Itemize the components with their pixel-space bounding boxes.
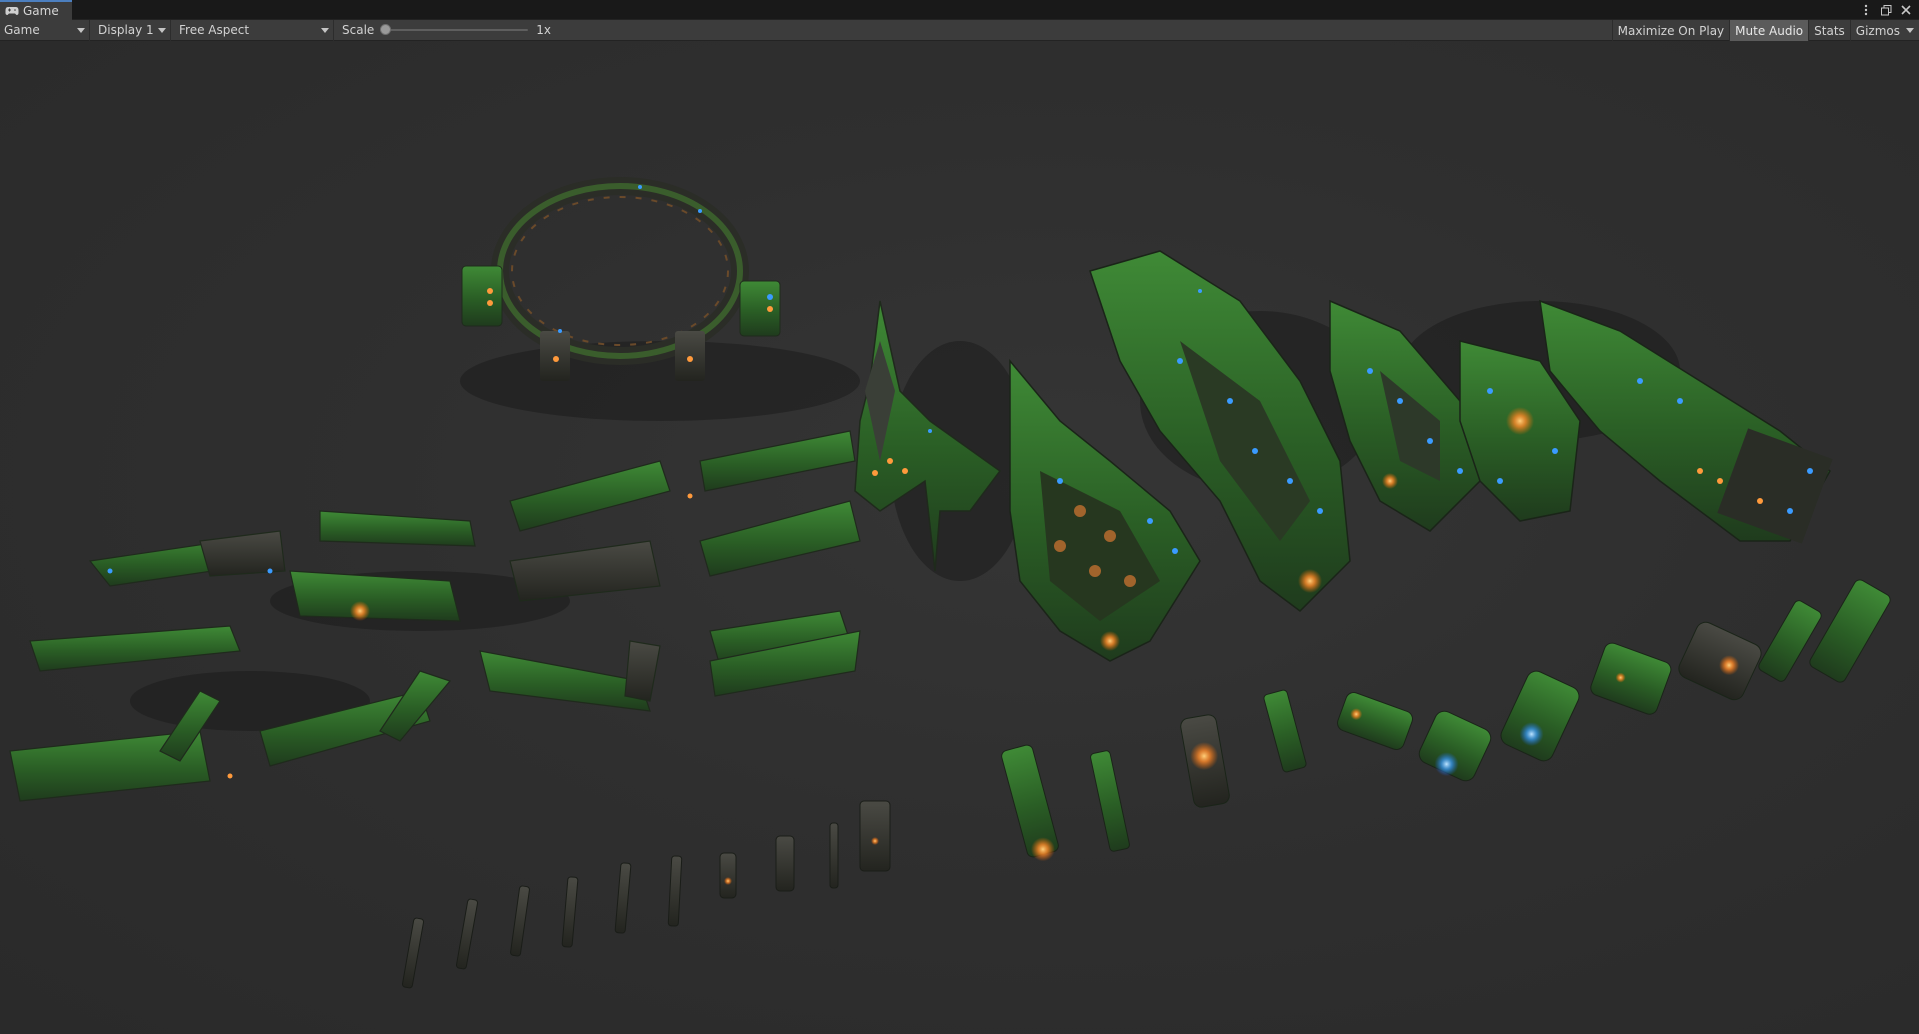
gizmos-label: Gizmos [1855,23,1900,38]
maximize-on-play-toggle[interactable]: Maximize On Play [1611,20,1730,41]
display-dropdown[interactable]: Display 1 [90,19,171,41]
gamepad-icon [5,6,19,16]
game-viewport[interactable] [0,41,1919,1034]
scale-control: Scale 1x [342,20,551,41]
corvette-models [401,800,891,989]
game-view-toolbar: Game Display 1 Free Aspect Scale 1x Maxi… [0,19,1919,41]
game-view-window: Game Game Display 1 Free Aspect Scale 1x… [0,0,1919,1034]
station-module-pieces [9,430,861,802]
toolbar-right-group: Maximize On Play Mute Audio Stats Gizmos [1611,20,1919,41]
chevron-down-icon [321,27,329,33]
tab-game[interactable]: Game [0,0,72,20]
chevron-down-icon [158,27,166,33]
chevron-down-icon [1906,28,1914,33]
view-mode-dropdown[interactable]: Game [0,19,90,41]
display-value: Display 1 [98,23,154,37]
aspect-dropdown[interactable]: Free Aspect [171,19,334,41]
more-options-icon[interactable] [1859,3,1873,17]
corvette-lights [724,837,879,885]
scale-slider[interactable] [380,24,529,35]
stats-toggle[interactable]: Stats [1808,20,1850,41]
frigate-models [1337,579,1891,782]
window-controls [1859,2,1913,18]
mute-audio-toggle[interactable]: Mute Audio [1729,20,1809,41]
scale-slider-thumb[interactable] [380,24,392,35]
gizmos-dropdown[interactable]: Gizmos [1849,20,1919,41]
tab-bar: Game [0,0,1919,20]
maximize-icon[interactable] [1879,3,1893,17]
scene-render [9,177,1891,989]
chevron-down-icon [77,27,85,33]
view-mode-value: Game [4,23,40,37]
close-icon[interactable] [1899,3,1913,17]
aspect-value: Free Aspect [179,23,250,37]
tab-label: Game [23,4,59,18]
destroyer-models [1001,689,1307,862]
scale-label: Scale [342,23,375,37]
scale-value: 1x [536,23,552,37]
